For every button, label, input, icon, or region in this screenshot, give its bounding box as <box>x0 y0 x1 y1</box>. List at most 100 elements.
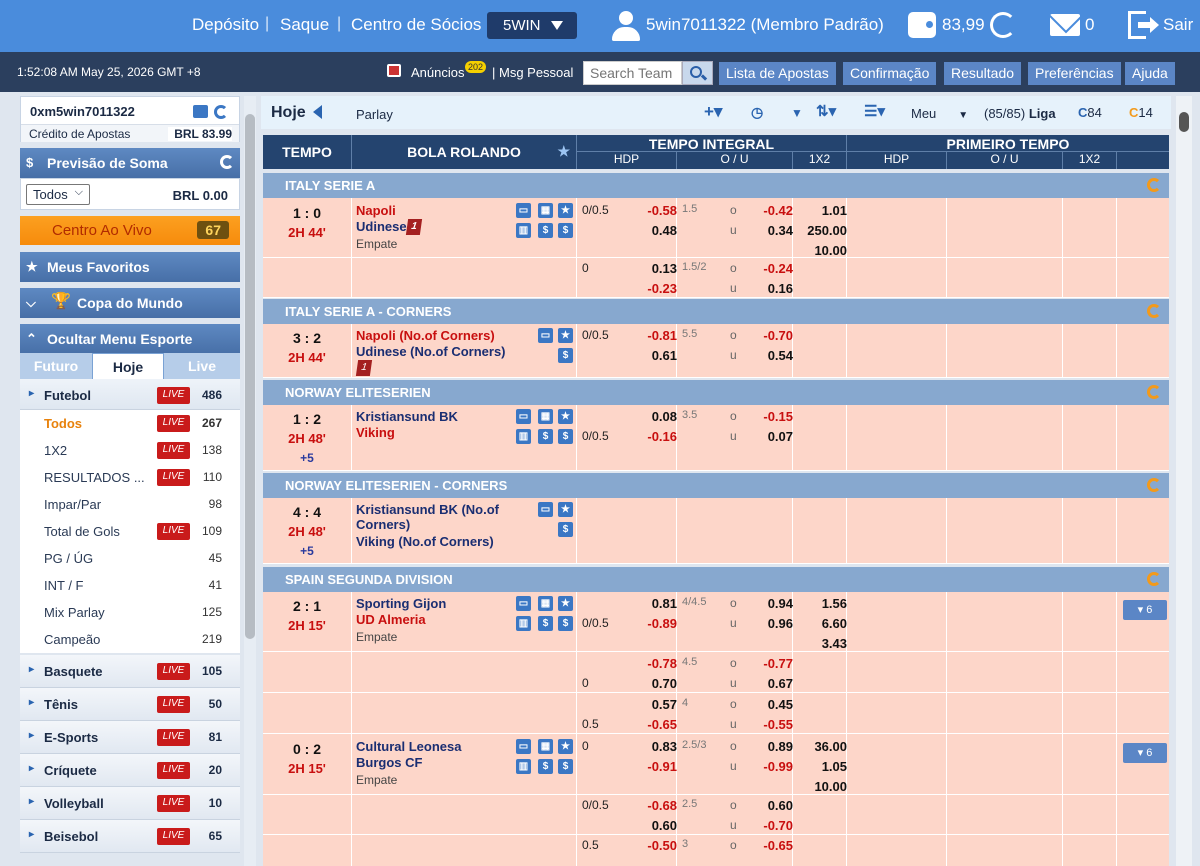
over-odds[interactable]: 0.60 <box>753 798 793 813</box>
1x2-odds[interactable]: 3.43 <box>787 636 847 651</box>
sport-item[interactable]: ▸ Tênis LIVE 50 <box>20 688 240 721</box>
away-team[interactable]: Viking <box>356 425 395 440</box>
over-odds[interactable]: -0.77 <box>753 656 793 671</box>
cashout-icon[interactable]: $ <box>558 223 573 238</box>
dollar-icon[interactable]: $ <box>538 759 553 774</box>
tv-icon[interactable]: ▭ <box>516 596 531 611</box>
scrollbar-thumb[interactable] <box>245 114 255 639</box>
away-team[interactable]: Viking (No.of Corners) <box>356 534 494 549</box>
brand-selector[interactable]: 5WIN <box>487 12 577 39</box>
submenu-item[interactable]: Total de Gols LIVE 109 <box>20 518 240 545</box>
home-team[interactable]: Napoli <box>356 203 396 218</box>
league-header[interactable]: NORWAY ELITESERIEN - CORNERS <box>263 473 1169 498</box>
away-odds[interactable]: -0.89 <box>637 616 677 631</box>
1x2-odds[interactable]: 10.00 <box>787 243 847 258</box>
parlay-link[interactable]: Parlay <box>356 107 393 122</box>
submenu-item[interactable]: Impar/Par 98 <box>20 491 240 518</box>
worldcup-header[interactable]: ⌵ 🏆 Copa do Mundo <box>20 288 240 318</box>
under-odds[interactable]: 0.67 <box>753 676 793 691</box>
away-odds[interactable]: 0.48 <box>637 223 677 238</box>
more-markets-button[interactable]: ▾ 6 <box>1123 743 1167 763</box>
away-odds[interactable]: 0.61 <box>637 348 677 363</box>
refresh-icon[interactable] <box>1147 178 1161 192</box>
more-markets-count[interactable]: +5 <box>263 544 351 558</box>
home-odds[interactable]: -0.50 <box>637 838 677 853</box>
home-odds[interactable]: 0.13 <box>637 261 677 276</box>
1x2-odds[interactable]: 36.00 <box>787 739 847 754</box>
away-odds[interactable]: -0.91 <box>637 759 677 774</box>
league-header[interactable]: SPAIN SEGUNDA DIVISION <box>263 567 1169 592</box>
tab-futuro[interactable]: Futuro <box>20 353 92 379</box>
live-center-button[interactable]: Centro Ao Vivo 67 <box>20 216 240 245</box>
away-odds[interactable]: -0.23 <box>637 281 677 296</box>
clock-icon[interactable]: ◷ <box>751 104 763 121</box>
field-icon[interactable]: ▦ <box>538 596 553 611</box>
page-scrollbar[interactable] <box>1176 96 1192 866</box>
home-odds[interactable]: 0.83 <box>637 739 677 754</box>
home-odds[interactable]: 0.81 <box>637 596 677 611</box>
under-odds[interactable]: 0.16 <box>753 281 793 296</box>
sport-item[interactable]: ▸ Volleyball LIVE 10 <box>20 787 240 820</box>
star-icon[interactable]: ★ <box>558 596 573 611</box>
confirmation-button[interactable]: Confirmação <box>843 62 937 85</box>
dollar-icon[interactable]: $ <box>538 429 553 444</box>
away-odds[interactable]: -0.65 <box>637 717 677 732</box>
home-odds[interactable]: -0.58 <box>637 203 677 218</box>
submenu-item[interactable]: PG / ÚG 45 <box>20 545 240 572</box>
tab-hoje[interactable]: Hoje <box>92 353 164 379</box>
home-team[interactable]: Kristiansund BK (No.of Corners) <box>356 502 506 532</box>
refresh-icon[interactable] <box>220 155 234 169</box>
tv-icon[interactable]: ▭ <box>538 502 553 517</box>
under-odds[interactable]: -0.70 <box>753 818 793 833</box>
deposit-link[interactable]: Depósito <box>192 15 259 35</box>
sport-futebol[interactable]: ▸ Futebol LIVE 486 <box>20 379 240 410</box>
away-team[interactable]: Burgos CF <box>356 755 422 770</box>
under-odds[interactable]: 0.54 <box>753 348 793 363</box>
home-odds[interactable]: -0.81 <box>637 328 677 343</box>
tv-icon[interactable]: ▭ <box>538 328 553 343</box>
cashout-icon[interactable]: $ <box>558 616 573 631</box>
tv-icon[interactable]: ▭ <box>516 739 531 754</box>
tab-live[interactable]: Live <box>164 353 240 379</box>
announcement-icon[interactable] <box>387 64 401 77</box>
submenu-item[interactable]: Campeão 219 <box>20 626 240 653</box>
add-icon[interactable]: +▾ <box>704 102 722 122</box>
league-header[interactable]: ITALY SERIE A <box>263 173 1169 198</box>
bets-list-button[interactable]: Lista de Apostas <box>719 62 836 85</box>
home-team[interactable]: Cultural Leonesa <box>356 739 461 754</box>
tv-icon[interactable]: ▭ <box>516 409 531 424</box>
over-odds[interactable]: 0.45 <box>753 697 793 712</box>
sport-item[interactable]: ▸ Beisebol LIVE 65 <box>20 820 240 853</box>
submenu-item[interactable]: Todos LIVE 267 <box>20 410 240 437</box>
star-icon[interactable]: ★ <box>557 143 570 160</box>
1x2-odds[interactable]: 6.60 <box>787 616 847 631</box>
star-icon[interactable]: ★ <box>558 328 573 343</box>
hide-sport-menu-header[interactable]: ⌃ Ocultar Menu Esporte <box>20 324 240 354</box>
1x2-odds[interactable]: 1.56 <box>787 596 847 611</box>
withdraw-link[interactable]: Saque <box>280 15 329 35</box>
under-odds[interactable]: 0.07 <box>753 429 793 444</box>
more-markets-count[interactable]: +5 <box>263 451 351 465</box>
field-icon[interactable]: ▦ <box>538 739 553 754</box>
over-odds[interactable]: -0.70 <box>753 328 793 343</box>
refresh-timer-b[interactable]: C14 <box>1129 105 1153 120</box>
1x2-odds[interactable]: 10.00 <box>787 779 847 794</box>
sum-select[interactable]: Todos ⌵ <box>26 184 90 205</box>
user-name[interactable]: 5win7011322 (Membro Padrão) <box>646 15 884 35</box>
private-message-link[interactable]: | Msg Pessoal <box>492 65 573 80</box>
more-markets-button[interactable]: ▾ 6 <box>1123 600 1167 620</box>
stats-icon[interactable]: ▥ <box>516 429 531 444</box>
over-odds[interactable]: -0.24 <box>753 261 793 276</box>
1x2-odds[interactable]: 1.05 <box>787 759 847 774</box>
away-odds[interactable]: 0.70 <box>637 676 677 691</box>
league-filter[interactable]: (85/85) Liga <box>984 106 1056 121</box>
home-team[interactable]: Sporting Gijon <box>356 596 446 611</box>
submenu-item[interactable]: Mix Parlay 125 <box>20 599 240 626</box>
over-odds[interactable]: -0.15 <box>753 409 793 424</box>
scrollbar-thumb[interactable] <box>1179 112 1189 132</box>
logout-icon[interactable] <box>1128 11 1159 39</box>
dollar-icon[interactable]: $ <box>558 348 573 363</box>
favorites-header[interactable]: ★ Meus Favoritos <box>20 252 240 282</box>
star-icon[interactable]: ★ <box>558 409 573 424</box>
sport-item[interactable]: ▸ Críquete LIVE 20 <box>20 754 240 787</box>
